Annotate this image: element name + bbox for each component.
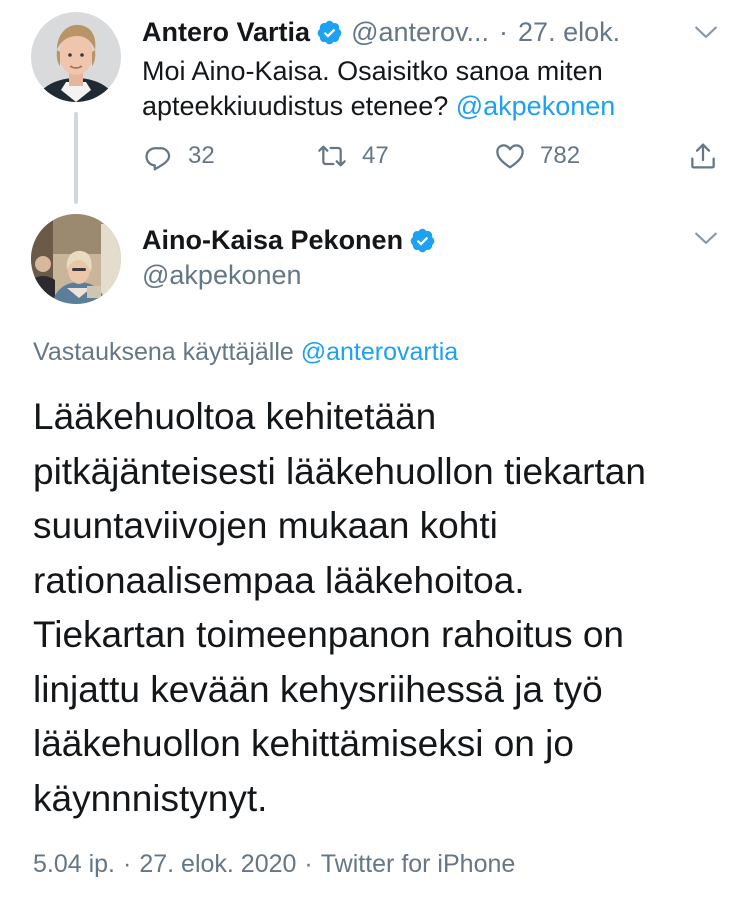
header-separator: · (499, 16, 509, 47)
tweet-action-bar: 32 47 782 (142, 140, 722, 180)
aino-kaisa-pekonen-avatar[interactable] (31, 214, 121, 304)
focused-tweet-text: Lääkehuoltoa kehitetään pitkäjänteisesti… (33, 390, 733, 826)
tweet-thread-screen: Antero Vartia @anterov... · 27. elok. Mo… (0, 0, 750, 910)
share-button[interactable] (687, 140, 719, 172)
tweet-date[interactable]: 27. elok. 2020 (139, 850, 296, 878)
avatar-photo (31, 214, 121, 304)
tweet-text-line: käynnnistynyt. (33, 777, 268, 819)
verified-badge-icon (316, 19, 343, 46)
tweet-source[interactable]: Twitter for iPhone (321, 850, 516, 878)
thread-connector-line (74, 112, 78, 204)
focused-tweet-name-row: Aino-Kaisa Pekonen (142, 222, 436, 258)
parent-author-name[interactable]: Antero Vartia (142, 17, 310, 48)
focused-author-name[interactable]: Aino-Kaisa Pekonen (142, 225, 403, 256)
replying-to-prefix: Vastauksena käyttäjälle (33, 338, 301, 366)
tweet-text-line: rationaalisempaa lääkehoitoa. (33, 559, 525, 601)
parent-tweet-header: Antero Vartia @anterov... · 27. elok. (142, 14, 722, 50)
chevron-down-icon[interactable] (693, 19, 719, 45)
tweet-text-line: linjattu kevään kehysriihessä ja työ (33, 668, 603, 710)
tweet-text-line: lääkehuollon kehittämiseksi on jo (33, 723, 574, 764)
tweet-text-line: Lääkehuoltoa kehitetään (33, 396, 437, 437)
replying-to-handle[interactable]: @anterovartia (301, 338, 458, 366)
avatar-photo (31, 12, 121, 102)
tweet-text-line: pitkäjänteisesti lääkehuollon tiekartan (33, 450, 646, 492)
antero-vartia-avatar[interactable] (31, 12, 121, 102)
parent-tweet-date[interactable]: 27. elok. (518, 17, 620, 48)
like-button[interactable]: 782 (494, 140, 580, 172)
reply-count: 32 (188, 142, 215, 169)
verified-badge-icon (409, 227, 436, 254)
retweet-icon (316, 140, 348, 172)
chevron-down-icon[interactable] (693, 225, 719, 251)
tweet-metadata: 5.04 ip. · 27. elok. 2020 · Twitter for iPho… (33, 850, 515, 879)
reply-icon (142, 140, 174, 172)
tweet-text-line: suuntaviivojen mukaan kohti (33, 505, 498, 546)
parent-author-handle[interactable]: @anterov... (351, 17, 489, 48)
retweet-button[interactable]: 47 (316, 140, 389, 172)
share-icon (687, 140, 719, 172)
mention-link[interactable]: @akpekonen (456, 91, 616, 121)
retweet-count: 47 (362, 142, 389, 169)
meta-separator: · (123, 850, 132, 878)
like-count: 782 (540, 142, 581, 169)
parent-tweet-text: Moi Aino-Kaisa. Osaisitko sanoa miten ap… (142, 54, 702, 124)
focused-author-handle[interactable]: @akpekonen (142, 260, 302, 291)
reply-button[interactable]: 32 (142, 140, 215, 172)
tweet-text-line: Tiekartan toimeenpanon rahoitus on (33, 614, 625, 655)
heart-icon (494, 140, 526, 172)
tweet-time[interactable]: 5.04 ip. (33, 850, 115, 878)
meta-separator: · (304, 850, 313, 878)
replying-to-line: Vastauksena käyttäjälle @anterovartia (33, 338, 458, 367)
